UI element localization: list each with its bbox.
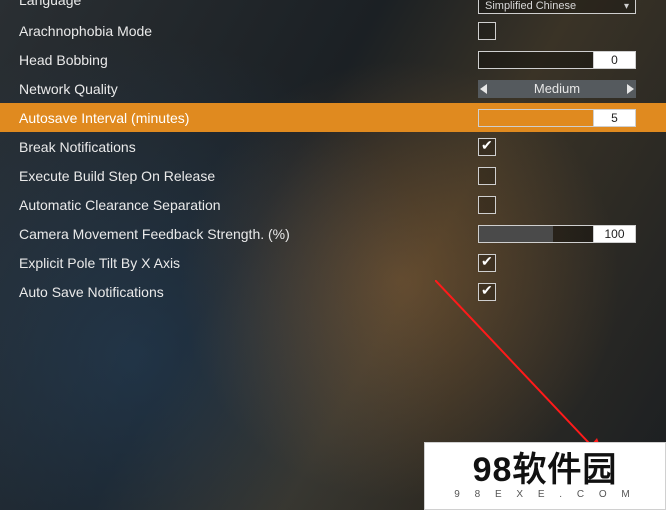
slider-fill (479, 110, 481, 126)
slider-head-bobbing[interactable]: 0 (478, 51, 636, 69)
dropdown-language[interactable]: Simplified Chinese ▾ (478, 0, 636, 14)
row-auto-clearance: Automatic Clearance Separation (0, 190, 666, 219)
dropdown-value: Simplified Chinese (485, 0, 576, 12)
slider-value-autosave-interval[interactable]: 5 (593, 110, 635, 126)
control-auto-save-notifications (478, 282, 636, 302)
label-network-quality: Network Quality (19, 81, 478, 97)
slider-value-head-bobbing[interactable]: 0 (593, 52, 635, 68)
label-auto-save-notifications: Auto Save Notifications (19, 284, 478, 300)
slider-value-camera-feedback[interactable]: 100 (593, 226, 635, 242)
selector-value: Medium (534, 81, 580, 96)
chevron-down-icon: ▾ (624, 1, 629, 12)
slider-track[interactable] (479, 52, 593, 68)
control-head-bobbing: 0 (478, 50, 636, 70)
checkbox-pole-tilt[interactable] (478, 254, 496, 272)
checkbox-auto-clearance[interactable] (478, 196, 496, 214)
checkbox-break-notifications[interactable] (478, 138, 496, 156)
control-pole-tilt (478, 253, 636, 273)
control-execute-build (478, 166, 636, 186)
label-language: Language (19, 0, 478, 8)
row-pole-tilt: Explicit Pole Tilt By X Axis (0, 248, 666, 277)
control-auto-clearance (478, 195, 636, 215)
row-camera-feedback: Camera Movement Feedback Strength. (%) 1… (0, 219, 666, 248)
control-arachnophobia (478, 21, 636, 41)
row-break-notifications: Break Notifications (0, 132, 666, 161)
arrow-right-icon[interactable] (627, 84, 634, 94)
arrow-left-icon[interactable] (480, 84, 487, 94)
slider-track[interactable] (479, 110, 593, 126)
slider-fill (479, 226, 553, 242)
label-head-bobbing: Head Bobbing (19, 52, 478, 68)
label-execute-build: Execute Build Step On Release (19, 168, 478, 184)
row-autosave-interval[interactable]: Autosave Interval (minutes) 5 (0, 103, 666, 132)
slider-autosave-interval[interactable]: 5 (478, 109, 636, 127)
slider-track[interactable] (479, 226, 593, 242)
row-arachnophobia: Arachnophobia Mode (0, 16, 666, 45)
slider-camera-feedback[interactable]: 100 (478, 225, 636, 243)
control-language[interactable]: Simplified Chinese ▾ (478, 0, 636, 20)
label-pole-tilt: Explicit Pole Tilt By X Axis (19, 255, 478, 271)
watermark-url: 9 8 E X E . C O M (454, 489, 635, 500)
row-head-bobbing: Head Bobbing 0 (0, 45, 666, 74)
row-network-quality: Network Quality Medium (0, 74, 666, 103)
control-camera-feedback: 100 (478, 224, 636, 244)
label-auto-clearance: Automatic Clearance Separation (19, 197, 478, 213)
row-execute-build: Execute Build Step On Release (0, 161, 666, 190)
row-language: Language Simplified Chinese ▾ (0, 0, 666, 16)
watermark: 98软件园 9 8 E X E . C O M (424, 442, 666, 510)
selector-network-quality[interactable]: Medium (478, 80, 636, 98)
settings-panel: Language Simplified Chinese ▾ Arachnopho… (0, 0, 666, 306)
checkbox-auto-save-notifications[interactable] (478, 283, 496, 301)
label-arachnophobia: Arachnophobia Mode (19, 23, 478, 39)
row-auto-save-notifications: Auto Save Notifications (0, 277, 666, 306)
control-network-quality: Medium (478, 79, 636, 99)
control-autosave-interval: 5 (478, 108, 636, 128)
checkbox-arachnophobia[interactable] (478, 22, 496, 40)
watermark-text: 98软件园 (473, 453, 618, 487)
checkbox-execute-build[interactable] (478, 167, 496, 185)
label-camera-feedback: Camera Movement Feedback Strength. (%) (19, 226, 478, 242)
label-autosave-interval: Autosave Interval (minutes) (19, 110, 478, 126)
label-break-notifications: Break Notifications (19, 139, 478, 155)
control-break-notifications (478, 137, 636, 157)
